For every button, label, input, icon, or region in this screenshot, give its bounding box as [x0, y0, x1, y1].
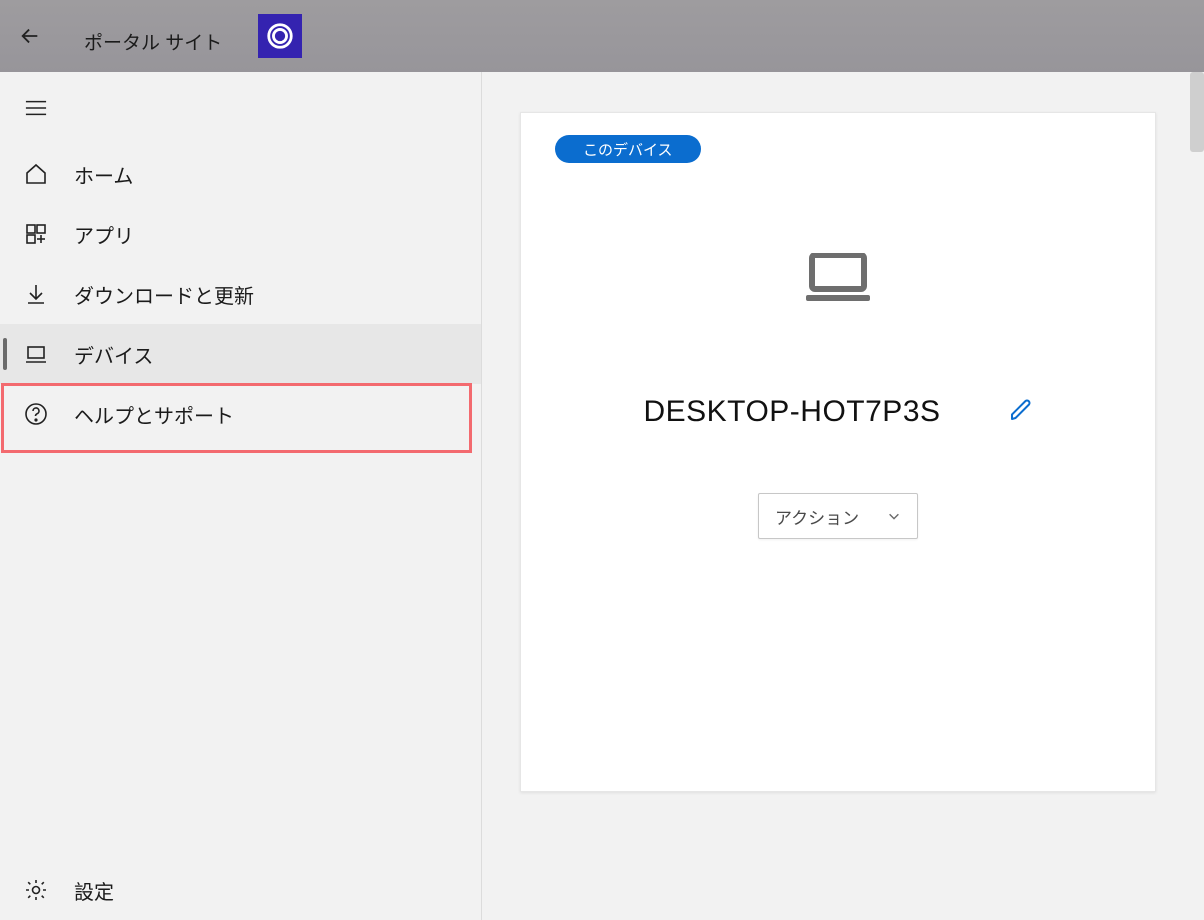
nav-item-apps[interactable]: アプリ: [0, 204, 481, 264]
back-button[interactable]: [0, 8, 60, 64]
nav-item-help[interactable]: ヘルプとサポート: [0, 384, 481, 444]
gear-icon: [24, 878, 48, 902]
scrollbar-thumb[interactable]: [1190, 72, 1204, 152]
nav-item-downloads[interactable]: ダウンロードと更新: [0, 264, 481, 324]
hamburger-icon: [25, 100, 47, 116]
nav-label: ダウンロードと更新: [74, 280, 254, 309]
main-panel: このデバイス DESKTOP-HOT7P3S アクション: [482, 72, 1204, 920]
nav-item-settings[interactable]: 設定: [0, 860, 481, 920]
action-dropdown[interactable]: アクション: [758, 493, 918, 539]
nav-list: ホーム アプリ ダウンロードと更新 デバイス: [0, 144, 481, 444]
back-arrow-icon: [19, 25, 41, 47]
nav-label: ホーム: [74, 160, 133, 189]
app-logo: [258, 14, 302, 58]
device-name-row: DESKTOP-HOT7P3S: [521, 395, 1155, 429]
nav-label: デバイス: [74, 340, 153, 369]
download-icon: [24, 282, 48, 306]
device-name: DESKTOP-HOT7P3S: [643, 395, 940, 429]
help-icon: [24, 402, 48, 426]
titlebar: ポータル サイト: [0, 0, 1204, 72]
app-title: ポータル サイト: [84, 28, 222, 55]
edit-name-button[interactable]: [1009, 398, 1033, 427]
apps-icon: [24, 222, 48, 246]
device-large-icon: [806, 253, 870, 303]
nav-label: アプリ: [74, 220, 134, 249]
hamburger-button[interactable]: [0, 72, 72, 144]
action-label: アクション: [775, 504, 859, 529]
this-device-badge: このデバイス: [555, 135, 701, 163]
pencil-icon: [1009, 398, 1033, 422]
nav-label: ヘルプとサポート: [74, 400, 234, 429]
device-card: このデバイス DESKTOP-HOT7P3S アクション: [520, 112, 1156, 792]
nav-item-devices[interactable]: デバイス: [0, 324, 481, 384]
home-icon: [24, 162, 48, 186]
content-area: ホーム アプリ ダウンロードと更新 デバイス: [0, 72, 1204, 920]
sidebar: ホーム アプリ ダウンロードと更新 デバイス: [0, 72, 482, 920]
nav-item-home[interactable]: ホーム: [0, 144, 481, 204]
laptop-icon: [24, 342, 48, 366]
chevron-down-icon: [887, 509, 901, 523]
nav-label: 設定: [74, 876, 114, 905]
badge-label: このデバイス: [583, 139, 673, 160]
